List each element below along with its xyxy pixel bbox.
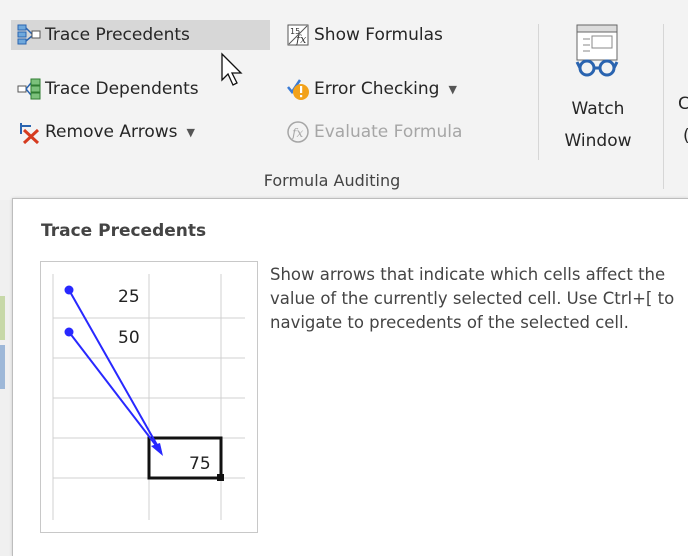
error-checking-dropdown-arrow[interactable]: ▼: [448, 83, 456, 96]
next-group-partial-label-line1: C: [678, 94, 688, 114]
remove-arrows-label: Remove Arrows: [45, 122, 178, 142]
remove-arrows-dropdown-arrow[interactable]: ▼: [187, 126, 195, 139]
error-checking-icon: [287, 79, 309, 100]
cursor-icon: [221, 52, 243, 86]
arrow-origin-dot: [64, 327, 74, 337]
evaluate-formula-icon: fx: [287, 121, 309, 143]
show-formulas-label: Show Formulas: [314, 25, 443, 45]
remove-arrows-button[interactable]: Remove Arrows ▼: [17, 117, 195, 147]
evaluate-formula-button[interactable]: fx Evaluate Formula: [286, 117, 462, 147]
cell-value-25: 25: [118, 287, 140, 307]
trace-dependents-label: Trace Dependents: [45, 79, 199, 99]
trace-dependents-icon: [17, 78, 41, 100]
sheet-edge-fragment: [0, 345, 5, 389]
ribbon-formula-auditing: Trace Precedents Trace Dependents Remove…: [0, 0, 688, 200]
watch-window-icon: [575, 24, 619, 77]
group-separator: [538, 24, 539, 160]
cell-value-75: 75: [189, 454, 211, 474]
evaluate-formula-label: Evaluate Formula: [314, 122, 463, 142]
tooltip-description: Show arrows that indicate which cells af…: [270, 265, 675, 332]
trace-precedents-tooltip: Trace Precedents 25 50 75 Show arrows th…: [12, 198, 688, 556]
group-separator-right: [663, 24, 664, 189]
svg-text:fx: fx: [291, 126, 303, 140]
fill-handle: [217, 474, 224, 481]
svg-text:fx: fx: [295, 33, 307, 46]
trace-precedents-diagram: 25 50 75: [52, 274, 245, 520]
trace-precedents-label: Trace Precedents: [45, 25, 190, 45]
error-checking-label: Error Checking: [314, 79, 440, 99]
trace-precedents-icon: [17, 24, 41, 45]
show-formulas-button[interactable]: 15 fx Show Formulas: [286, 20, 443, 50]
watch-window-label-line1: Watch: [571, 99, 625, 119]
watch-window-label-line2: Window: [564, 131, 632, 151]
group-label-formula-auditing: Formula Auditing: [263, 171, 401, 190]
arrow-origin-dot: [64, 285, 74, 295]
sheet-edge-fragment: [0, 296, 5, 340]
trace-precedents-button[interactable]: Trace Precedents: [11, 20, 270, 50]
precedent-arrows: [68, 289, 162, 453]
next-group-partial-label-line2: (: [683, 126, 688, 146]
remove-arrows-icon: [20, 123, 40, 144]
tooltip-illustration: 25 50 75: [40, 261, 258, 533]
error-checking-button[interactable]: Error Checking ▼: [286, 74, 457, 104]
watch-window-button[interactable]: Watch Window: [548, 18, 648, 162]
tooltip-title: Trace Precedents: [41, 221, 207, 241]
show-formulas-icon: 15 fx: [287, 24, 309, 46]
trace-dependents-button[interactable]: Trace Dependents: [17, 74, 199, 104]
cell-value-50: 50: [118, 328, 140, 348]
